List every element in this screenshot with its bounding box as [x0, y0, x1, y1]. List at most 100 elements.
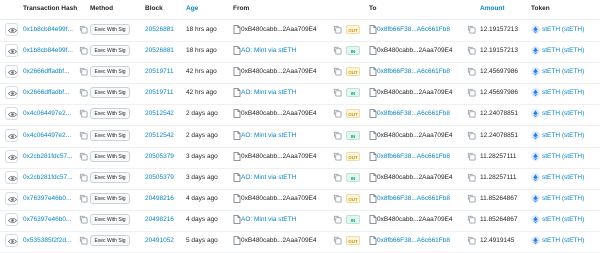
- token-link[interactable]: stETH (stETH): [542, 195, 584, 203]
- eye-icon[interactable]: [5, 107, 18, 120]
- eye-icon[interactable]: [5, 65, 18, 78]
- to-address[interactable]: 0x8fb66F38...A6c661Fb8: [377, 237, 450, 245]
- copy-icon[interactable]: [79, 88, 88, 97]
- block-link[interactable]: 20498216: [145, 216, 174, 224]
- copy-icon[interactable]: [467, 46, 476, 55]
- to-address[interactable]: 0x8fb66F38...A6c661Fb8: [377, 195, 450, 203]
- copy-icon[interactable]: [333, 67, 342, 76]
- copy-icon[interactable]: [333, 46, 342, 55]
- eye-icon[interactable]: [5, 23, 18, 36]
- from-address[interactable]: AO: Mint via stETH: [241, 89, 296, 97]
- copy-icon[interactable]: [467, 215, 476, 224]
- age-text: 4 days ago: [186, 195, 218, 202]
- contract-icon: [233, 173, 241, 182]
- copy-icon[interactable]: [467, 173, 476, 182]
- block-link[interactable]: 20519711: [145, 68, 173, 76]
- block-link[interactable]: 20526881: [145, 26, 174, 34]
- to-address[interactable]: 0x8fb66F38...A6c661Fb8: [377, 68, 450, 76]
- copy-icon[interactable]: [333, 88, 342, 97]
- table-row: 0x76397e46b0... Exec With Sig 20498216 4 da…: [0, 210, 600, 232]
- from-address[interactable]: AO: Mint via stETH: [241, 174, 296, 182]
- copy-icon[interactable]: [79, 236, 88, 245]
- token-link[interactable]: stETH (stETH): [542, 174, 584, 182]
- table-row: 0x2666dffadbf... Exec With Sig 20519711 42 …: [0, 62, 600, 84]
- copy-icon[interactable]: [79, 109, 88, 118]
- eye-icon[interactable]: [5, 192, 18, 205]
- block-link[interactable]: 20505379: [145, 153, 174, 161]
- copy-icon[interactable]: [467, 67, 476, 76]
- from-address: 0xB480cabb...2Aaa709E4: [241, 195, 317, 202]
- block-link[interactable]: 20512542: [145, 110, 174, 118]
- to-address: 0xB480cabb...2Aaa709E4: [377, 174, 453, 181]
- eye-icon[interactable]: [5, 171, 18, 184]
- copy-icon[interactable]: [467, 88, 476, 97]
- to-address: 0xB480cabb...2Aaa709E4: [377, 132, 453, 139]
- copy-icon[interactable]: [467, 131, 476, 140]
- transaction-hash-link[interactable]: 0x76397e46b0...: [23, 195, 71, 203]
- copy-icon[interactable]: [333, 215, 342, 224]
- transaction-hash-link[interactable]: 0x76397e46b0...: [23, 216, 71, 224]
- transaction-hash-link[interactable]: 0x2666dffadbf...: [23, 89, 70, 97]
- token-link[interactable]: stETH (stETH): [542, 237, 584, 245]
- transaction-hash-link[interactable]: 0x2cb281fdc57...: [23, 153, 73, 161]
- block-link[interactable]: 20505379: [145, 174, 174, 182]
- transaction-hash-link[interactable]: 0x4c064497e2...: [23, 132, 71, 140]
- copy-icon[interactable]: [79, 152, 88, 161]
- transaction-hash-link[interactable]: 0x4c064497e2...: [23, 110, 71, 118]
- block-link[interactable]: 20491052: [145, 237, 174, 245]
- header-age[interactable]: Age: [186, 5, 198, 12]
- copy-icon[interactable]: [333, 194, 342, 203]
- token-link[interactable]: stETH (stETH): [542, 26, 584, 34]
- eye-icon[interactable]: [5, 234, 18, 247]
- copy-icon[interactable]: [79, 194, 88, 203]
- contract-icon: [233, 25, 241, 34]
- copy-icon[interactable]: [467, 109, 476, 118]
- token-link[interactable]: stETH (stETH): [542, 132, 584, 140]
- eye-icon[interactable]: [5, 150, 18, 163]
- copy-icon[interactable]: [333, 173, 342, 182]
- transaction-hash-link[interactable]: 0x2666dffadbf...: [23, 68, 70, 76]
- to-address[interactable]: 0x8fb66F38...A6c661Fb8: [377, 26, 450, 34]
- copy-icon[interactable]: [467, 25, 476, 34]
- to-address[interactable]: 0x8fb66F38...A6c661Fb8: [377, 110, 450, 118]
- token-link[interactable]: stETH (stETH): [542, 153, 584, 161]
- copy-icon[interactable]: [79, 67, 88, 76]
- copy-icon[interactable]: [79, 46, 88, 55]
- method-badge: Exec With Sig: [90, 214, 130, 225]
- steth-token-icon: [531, 152, 540, 161]
- eye-icon[interactable]: [5, 213, 18, 226]
- transaction-hash-link[interactable]: 0x1b8cb84e99f...: [23, 26, 73, 34]
- block-link[interactable]: 20519711: [145, 89, 173, 97]
- copy-icon[interactable]: [467, 194, 476, 203]
- from-address[interactable]: AO: Mint via stETH: [241, 216, 296, 224]
- from-address[interactable]: AO: Mint via stETH: [241, 132, 296, 140]
- copy-icon[interactable]: [79, 131, 88, 140]
- token-link[interactable]: stETH (stETH): [542, 89, 584, 97]
- token-link[interactable]: stETH (stETH): [542, 110, 584, 118]
- token-link[interactable]: stETH (stETH): [542, 216, 584, 224]
- copy-icon[interactable]: [333, 152, 342, 161]
- eye-icon[interactable]: [5, 86, 18, 99]
- copy-icon[interactable]: [333, 236, 342, 245]
- copy-icon[interactable]: [79, 215, 88, 224]
- to-address[interactable]: 0x8fb66F38...A6c661Fb8: [377, 153, 450, 161]
- transaction-hash-link[interactable]: 0x535385f2f2d...: [23, 237, 71, 245]
- block-link[interactable]: 20498216: [145, 195, 174, 203]
- transaction-hash-link[interactable]: 0x1b8cb84e99f...: [23, 47, 73, 55]
- token-link[interactable]: stETH (stETH): [542, 68, 584, 76]
- block-link[interactable]: 20512542: [145, 132, 174, 140]
- transaction-hash-link[interactable]: 0x2cb281fdc57...: [23, 174, 73, 182]
- block-link[interactable]: 20526881: [145, 47, 174, 55]
- token-link[interactable]: stETH (stETH): [542, 47, 584, 55]
- copy-icon[interactable]: [333, 109, 342, 118]
- copy-icon[interactable]: [467, 152, 476, 161]
- eye-icon[interactable]: [5, 129, 18, 142]
- header-amount[interactable]: Amount: [480, 5, 505, 12]
- from-address[interactable]: AO: Mint via stETH: [241, 47, 296, 55]
- copy-icon[interactable]: [79, 173, 88, 182]
- copy-icon[interactable]: [333, 25, 342, 34]
- copy-icon[interactable]: [467, 236, 476, 245]
- eye-icon[interactable]: [5, 44, 18, 57]
- copy-icon[interactable]: [333, 131, 342, 140]
- copy-icon[interactable]: [79, 25, 88, 34]
